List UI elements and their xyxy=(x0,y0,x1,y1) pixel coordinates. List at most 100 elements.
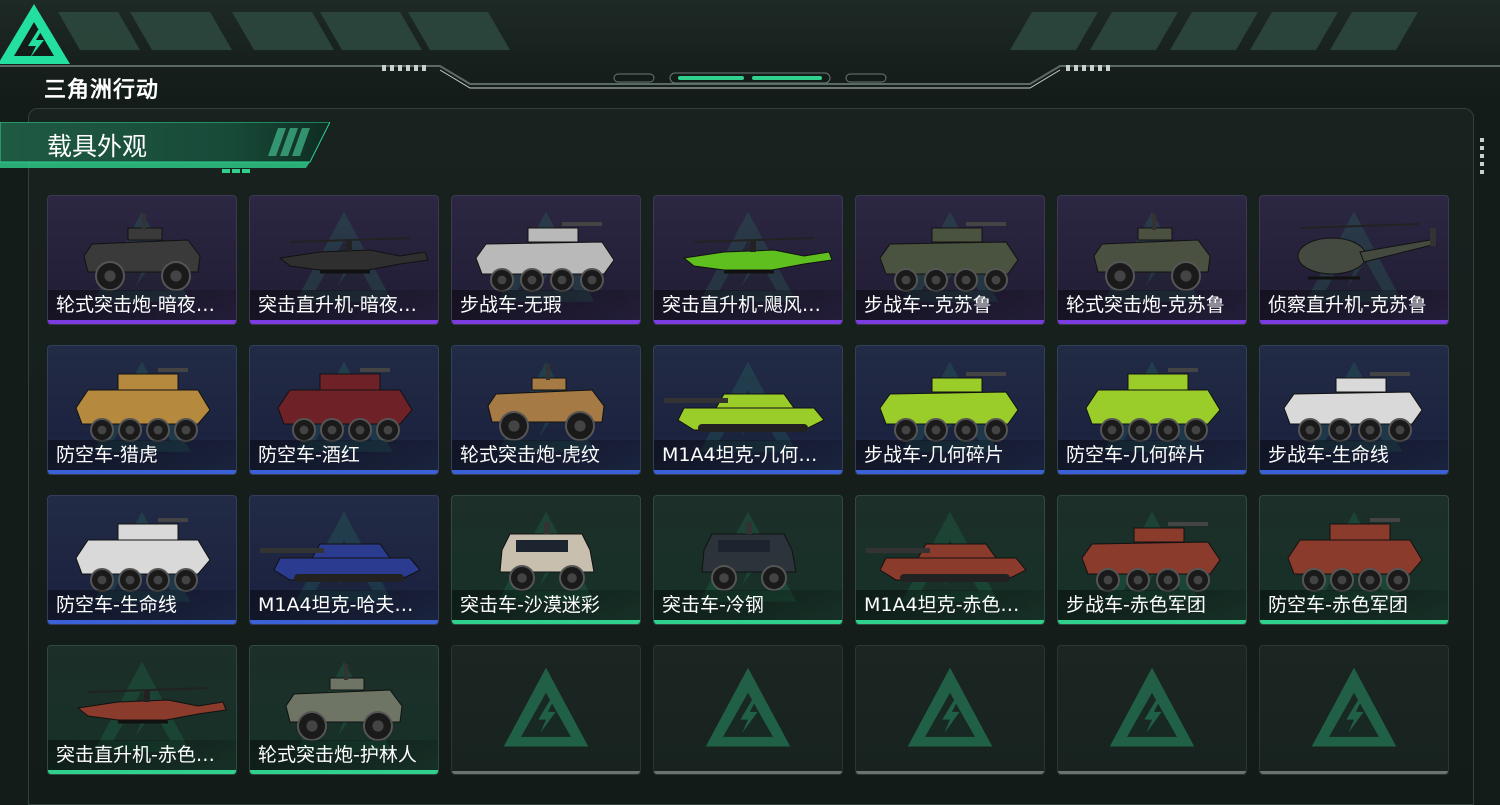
attack-helicopter-icon xyxy=(278,237,429,274)
skin-name: 防空车-生命线 xyxy=(48,590,236,620)
delta-logo-placeholder-icon xyxy=(705,667,791,747)
skin-card[interactable]: M1A4坦克-哈夫… xyxy=(249,495,439,625)
skin-card[interactable]: 轮式突击炮-护林人 xyxy=(249,645,439,775)
skin-card[interactable]: 突击直升机-暗夜行… xyxy=(249,195,439,325)
tank-icon xyxy=(260,543,421,582)
aa-vehicle-icon xyxy=(75,368,211,442)
skin-name: 突击车-沙漠迷彩 xyxy=(452,590,640,620)
rarity-bar xyxy=(250,620,438,624)
skin-card[interactable]: 防空车-赤色军团 xyxy=(1259,495,1449,625)
skin-card[interactable]: 步战车-生命线 xyxy=(1259,345,1449,475)
skin-card[interactable]: 防空车-猎虎 xyxy=(47,345,237,475)
skin-name: M1A4坦克-哈夫… xyxy=(250,590,438,620)
skin-card[interactable]: 轮式突击炮-暗夜行… xyxy=(47,195,237,325)
slot-bar xyxy=(1260,771,1448,774)
rarity-bar xyxy=(250,320,438,324)
skin-card[interactable]: 防空车-几何碎片 xyxy=(1057,345,1247,475)
skin-grid: 轮式突击炮-暗夜行… 突击直升机-暗夜行… 步战车-无瑕 突击直升机-飓风行… xyxy=(47,195,1449,775)
wheeled-assault-gun-icon xyxy=(487,364,605,441)
rarity-bar xyxy=(452,470,640,474)
skin-name: 步战车-无瑕 xyxy=(452,290,640,320)
header-decoration xyxy=(0,12,1500,89)
rarity-bar xyxy=(1058,320,1246,324)
ifv-icon xyxy=(879,372,1019,442)
rarity-bar xyxy=(654,320,842,324)
ifv-icon xyxy=(1081,522,1221,592)
aa-vehicle-icon xyxy=(1287,518,1423,592)
rarity-bar xyxy=(654,470,842,474)
aa-vehicle-icon xyxy=(75,518,211,592)
skin-card[interactable]: 防空车-酒红 xyxy=(249,345,439,475)
skin-card[interactable]: 步战车-无瑕 xyxy=(451,195,641,325)
scroll-indicator[interactable] xyxy=(1480,138,1484,178)
empty-slot xyxy=(1259,645,1449,775)
skin-card[interactable]: 步战车-赤色军团 xyxy=(1057,495,1247,625)
skin-name: 突击直升机-赤色军… xyxy=(48,740,236,770)
skin-name: 步战车-赤色军团 xyxy=(1058,590,1246,620)
rarity-bar xyxy=(48,470,236,474)
slot-bar xyxy=(452,771,640,774)
rarity-bar xyxy=(654,620,842,624)
empty-slot xyxy=(653,645,843,775)
delta-logo-placeholder-icon xyxy=(1109,667,1195,747)
skin-card[interactable]: 突击车-沙漠迷彩 xyxy=(451,495,641,625)
skin-name: 步战车-几何碎片 xyxy=(856,440,1044,470)
rarity-bar xyxy=(452,620,640,624)
empty-slot xyxy=(451,645,641,775)
rarity-bar xyxy=(1058,470,1246,474)
wheeled-assault-gun-icon xyxy=(83,214,201,291)
mrap-icon xyxy=(499,522,595,591)
skin-name: 防空车-酒红 xyxy=(250,440,438,470)
rarity-bar xyxy=(1260,320,1448,324)
rarity-bar xyxy=(856,470,1044,474)
skin-name: 轮式突击炮-虎纹 xyxy=(452,440,640,470)
delta-logo-placeholder-icon xyxy=(1311,667,1397,747)
skin-card[interactable]: 轮式突击炮-虎纹 xyxy=(451,345,641,475)
rarity-bar xyxy=(250,770,438,774)
skin-name: 防空车-猎虎 xyxy=(48,440,236,470)
aa-vehicle-icon xyxy=(1085,368,1221,442)
ifv-icon xyxy=(475,222,615,292)
slot-bar xyxy=(856,771,1044,774)
skin-card[interactable]: M1A4坦克-赤色… xyxy=(855,495,1045,625)
slot-bar xyxy=(654,771,842,774)
delta-logo-placeholder-icon xyxy=(907,667,993,747)
rarity-bar xyxy=(1260,620,1448,624)
delta-logo-placeholder-icon xyxy=(503,667,589,747)
top-header: 三角洲行动 xyxy=(0,0,1500,103)
skin-card[interactable]: 步战车--克苏鲁 xyxy=(855,195,1045,325)
skin-card[interactable]: 防空车-生命线 xyxy=(47,495,237,625)
skin-name: 轮式突击炮-克苏鲁 xyxy=(1058,290,1246,320)
skin-name: 突击车-冷钢 xyxy=(654,590,842,620)
section-title: 载具外观 xyxy=(47,132,148,161)
game-title: 三角洲行动 xyxy=(44,78,160,103)
skin-name: M1A4坦克-几何… xyxy=(654,440,842,470)
skin-card[interactable]: 步战车-几何碎片 xyxy=(855,345,1045,475)
aa-vehicle-icon xyxy=(277,368,413,442)
rarity-bar xyxy=(48,620,236,624)
rarity-bar xyxy=(452,320,640,324)
empty-slot xyxy=(855,645,1045,775)
skin-card[interactable]: 突击直升机-赤色军… xyxy=(47,645,237,775)
scout-helicopter-icon xyxy=(1297,223,1438,280)
rarity-bar xyxy=(856,620,1044,624)
skin-card[interactable]: 轮式突击炮-克苏鲁 xyxy=(1057,195,1247,325)
empty-slot xyxy=(1057,645,1247,775)
skin-name: 侦察直升机-克苏鲁 xyxy=(1260,290,1448,320)
tank-icon xyxy=(664,393,825,432)
attack-helicopter-icon xyxy=(682,237,833,274)
skin-name: 防空车-赤色军团 xyxy=(1260,590,1448,620)
skin-name: 步战车--克苏鲁 xyxy=(856,290,1044,320)
skin-name: 步战车-生命线 xyxy=(1260,440,1448,470)
rarity-bar xyxy=(1260,470,1448,474)
skin-card[interactable]: 突击直升机-飓风行… xyxy=(653,195,843,325)
skin-card[interactable]: 侦察直升机-克苏鲁 xyxy=(1259,195,1449,325)
wheeled-assault-gun-icon xyxy=(1093,214,1211,291)
mrap-icon xyxy=(701,522,797,591)
ifv-icon xyxy=(879,222,1019,292)
skin-name: 防空车-几何碎片 xyxy=(1058,440,1246,470)
skin-card[interactable]: 突击车-冷钢 xyxy=(653,495,843,625)
skin-name: 轮式突击炮-护林人 xyxy=(250,740,438,770)
skin-card[interactable]: M1A4坦克-几何… xyxy=(653,345,843,475)
skin-name: 突击直升机-暗夜行… xyxy=(250,290,438,320)
